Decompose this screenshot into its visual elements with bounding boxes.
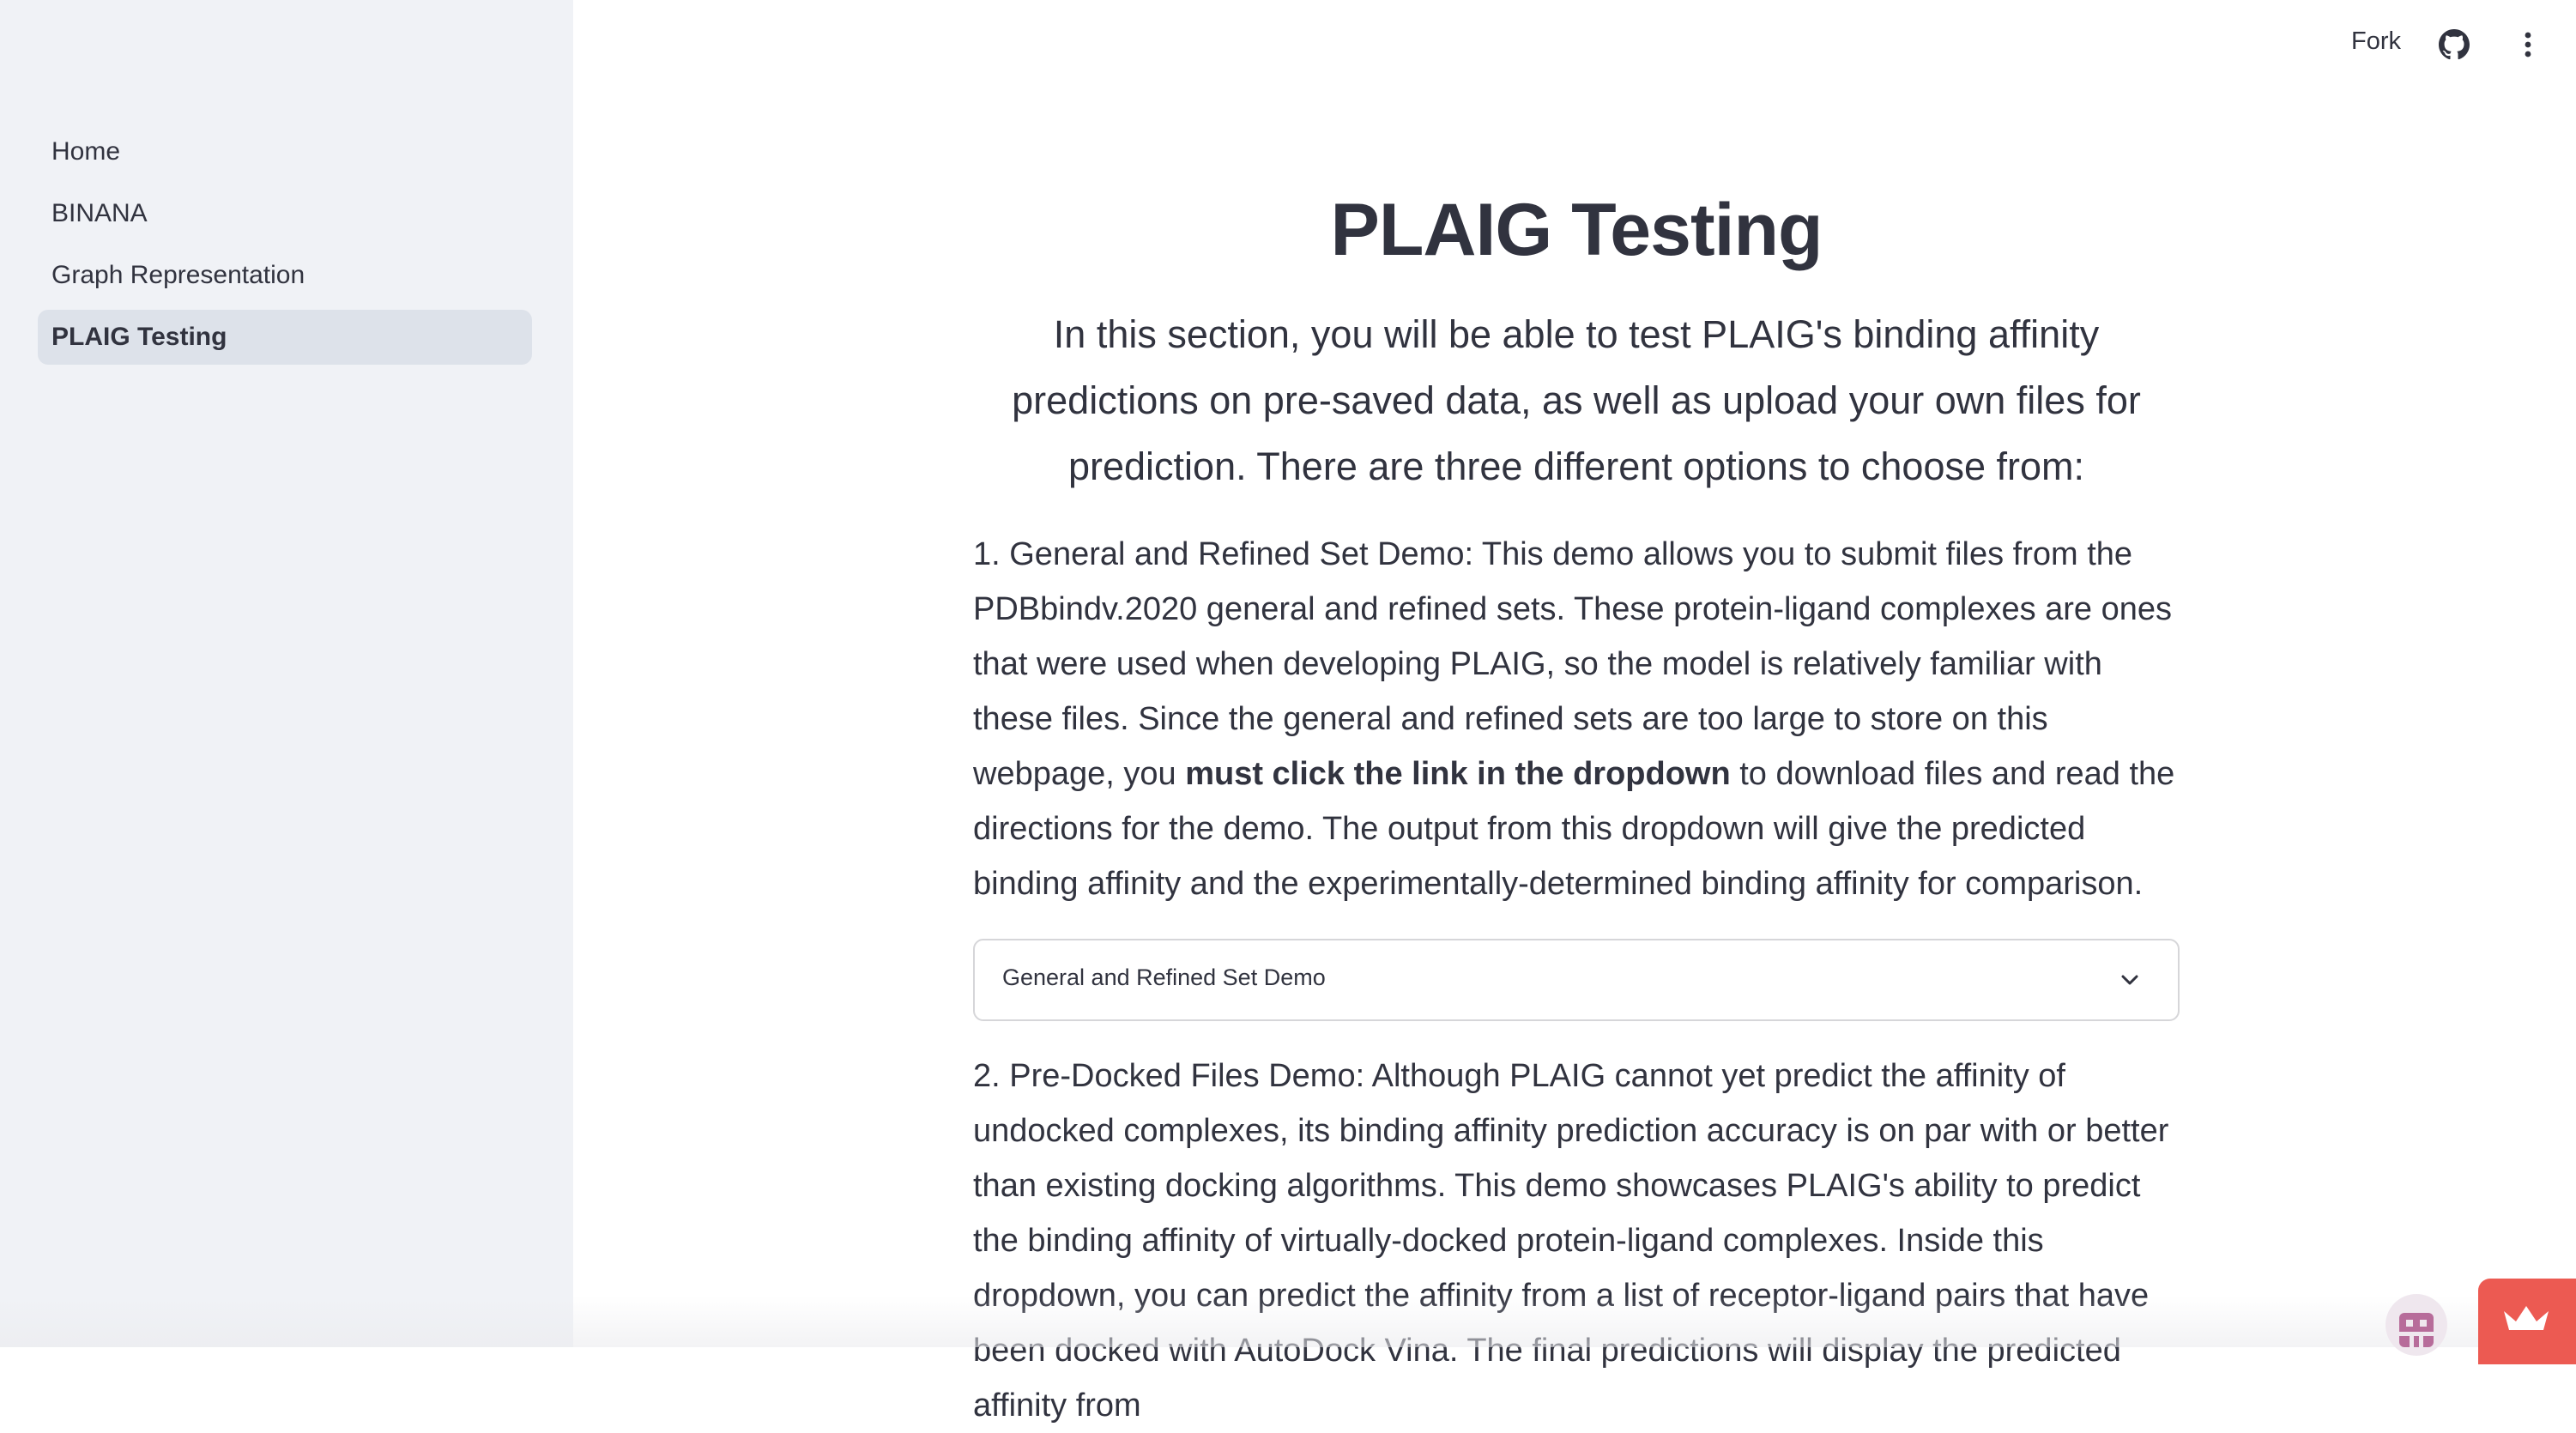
hosted-badge[interactable] [2478,1279,2576,1364]
main-content: PLAIG Testing In this section, you will … [973,0,2180,1347]
sidebar-item-plaig-testing[interactable]: PLAIG Testing [38,310,532,365]
pre-docked-description: 2. Pre-Docked Files Demo: Although PLAIG… [973,1049,2180,1433]
sidebar-item-graph-representation[interactable]: Graph Representation [38,248,532,303]
github-icon[interactable] [2439,29,2470,60]
sidebar-item-home[interactable]: Home [38,124,532,179]
fork-button[interactable]: Fork [2351,27,2401,56]
general-refined-set-demo-expander[interactable]: General and Refined Set Demo [973,939,2180,1021]
sidebar: Home BINANA Graph Representation PLAIG T… [0,0,573,1347]
general-refined-description: 1. General and Refined Set Demo: This de… [973,527,2180,911]
kebab-menu-icon[interactable] [2513,29,2543,60]
crown-icon [2500,1301,2552,1343]
bottom-fade [0,1296,2576,1347]
top-toolbar: Fork [2301,0,2576,93]
para1-text-start: 1. General and Refined Set Demo: This de… [973,536,2172,792]
expander-label: General and Refined Set Demo [1002,964,1326,991]
sidebar-nav: Home BINANA Graph Representation PLAIG T… [38,124,532,372]
intro-text: In this section, you will be able to tes… [999,301,2154,499]
page-title: PLAIG Testing [973,178,2180,281]
chevron-down-icon [2116,966,2144,994]
avatar[interactable] [2386,1294,2447,1356]
para1-bold-text: must click the link in the dropdown [1185,756,1731,792]
sidebar-item-binana[interactable]: BINANA [38,186,532,241]
